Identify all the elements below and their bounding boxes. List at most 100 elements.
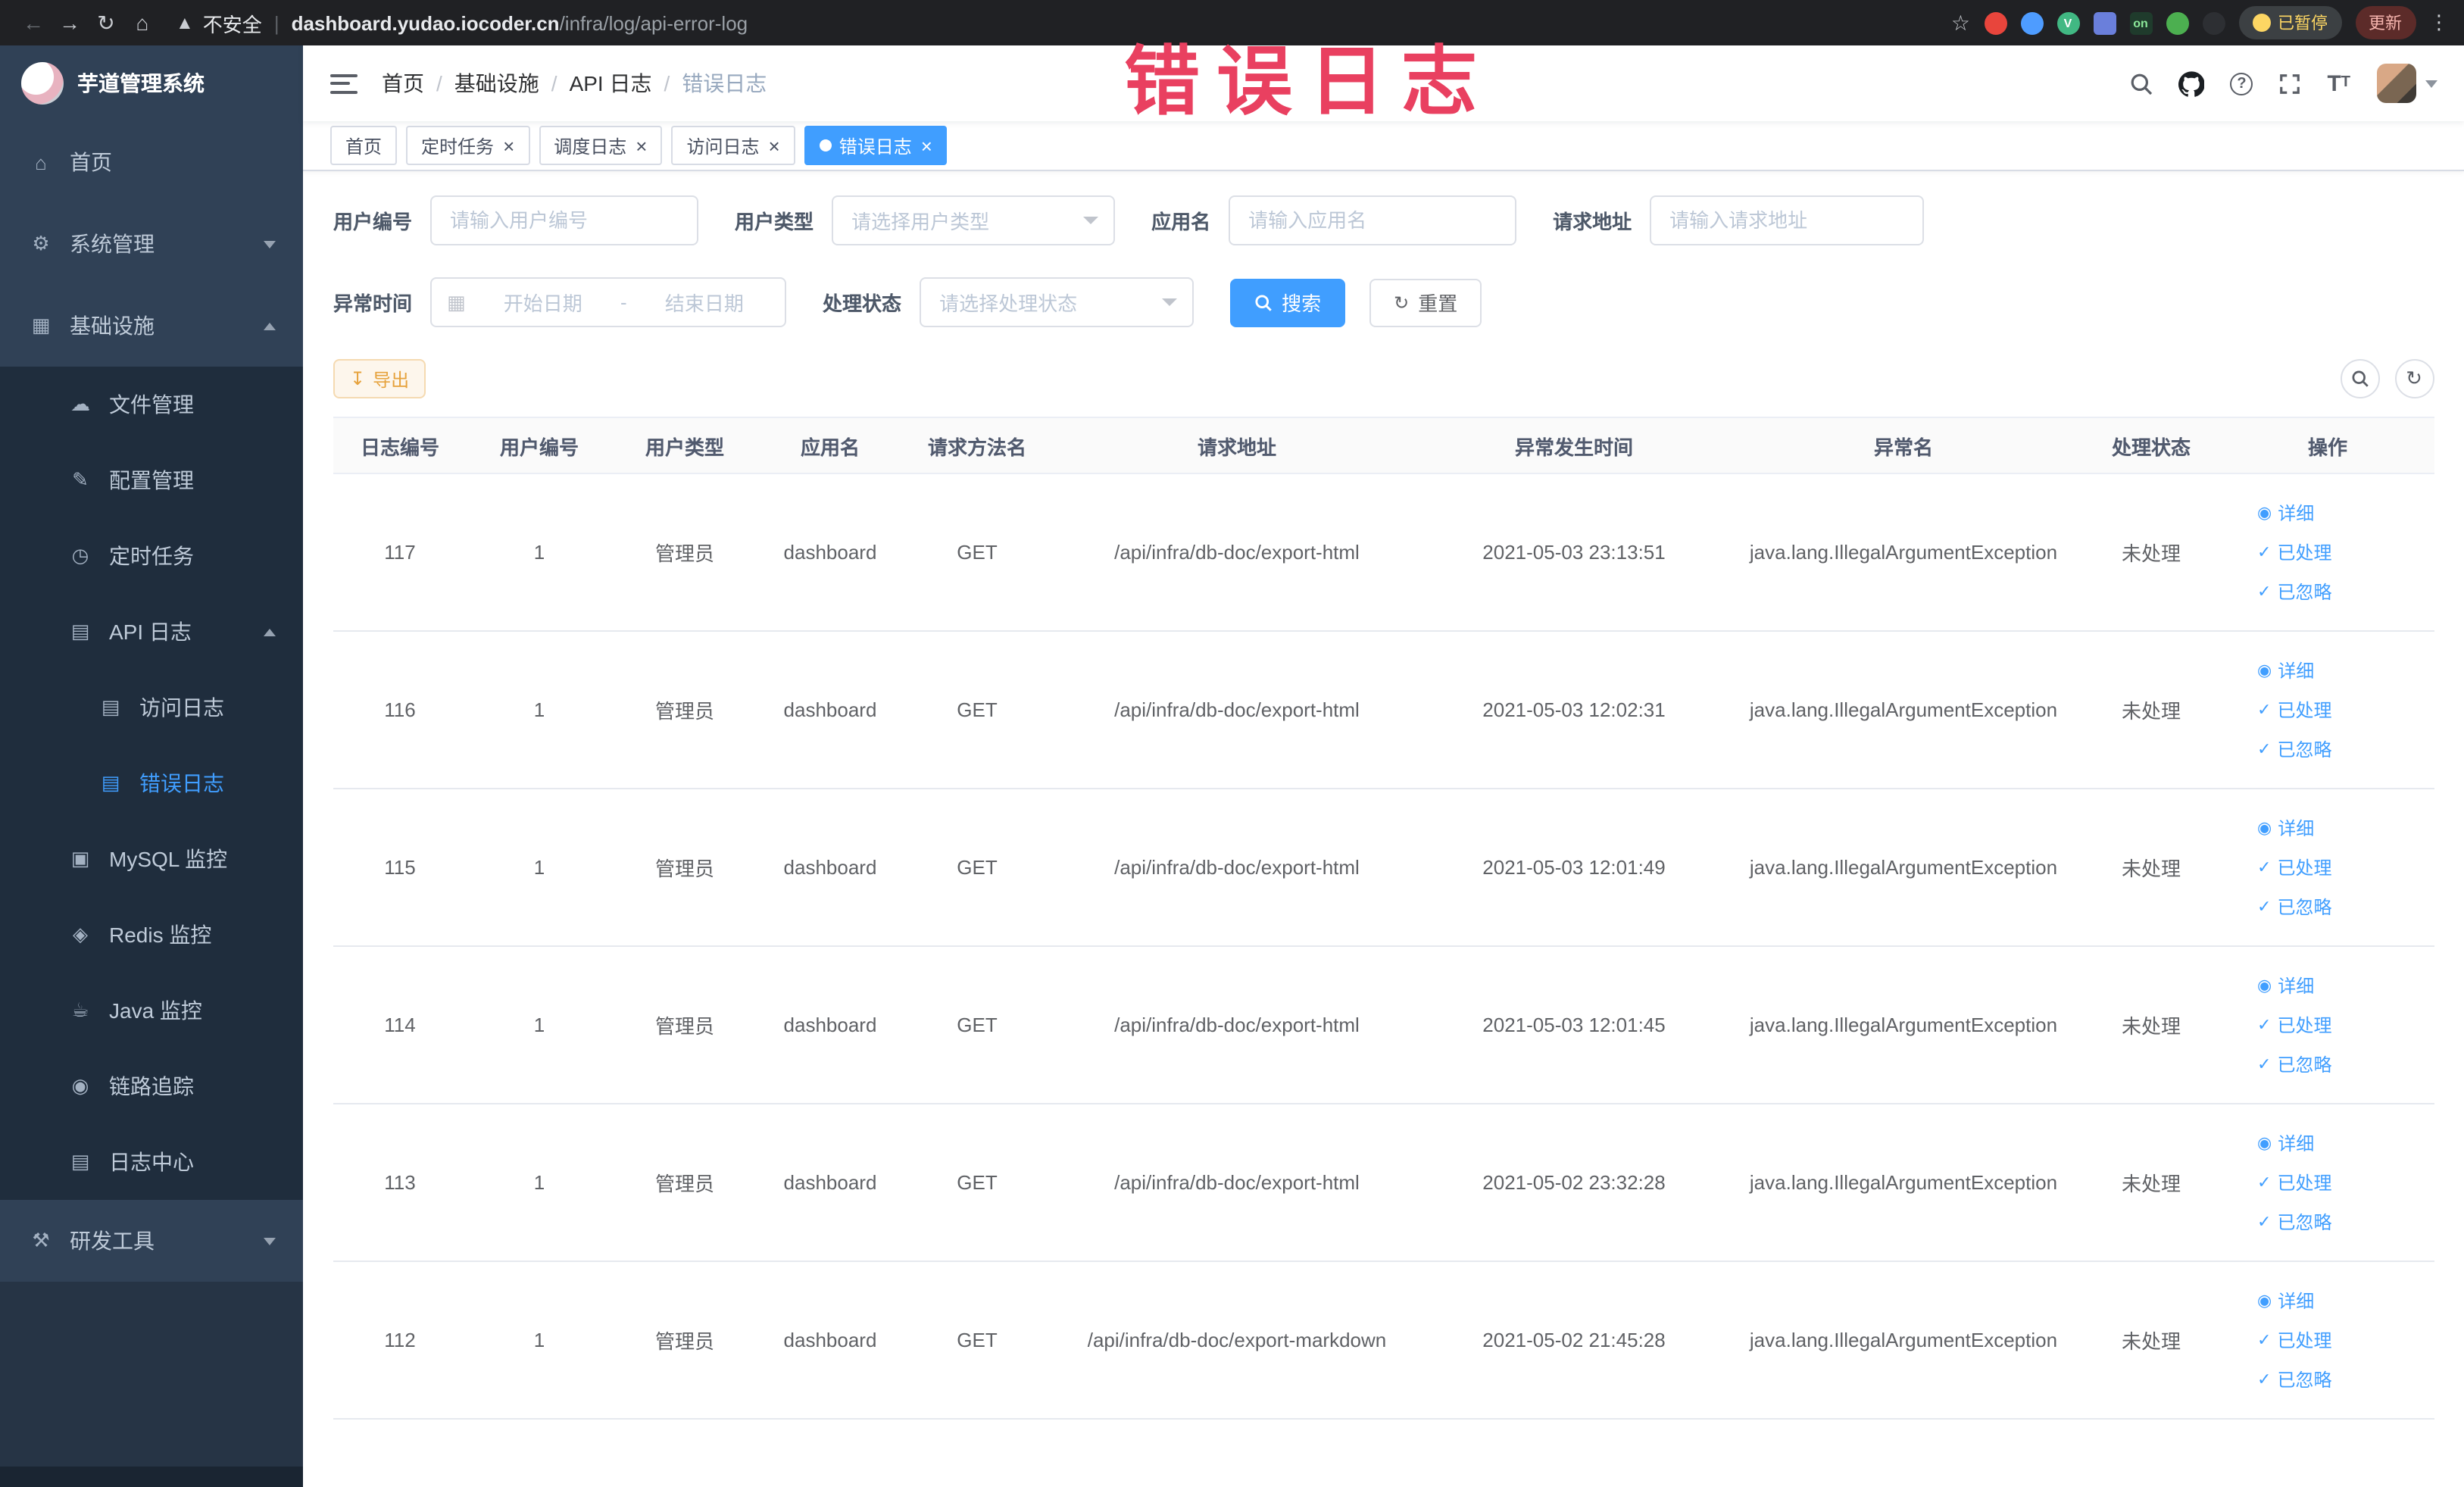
reset-button[interactable]: ↻ 重置 [1369,278,1482,326]
detail-link[interactable]: ◉ 详细 [2257,651,2425,690]
breadcrumb-item[interactable]: API 日志 [570,68,652,98]
tab-访问日志[interactable]: 访问日志 × [671,126,795,165]
ignored-link[interactable]: ✓ 已忽略 [2257,729,2425,769]
error-log-table: 日志编号 用户编号 用户类型 应用名 请求方法名 请求地址 异常发生时间 异常名 处理状态 操作 … [333,417,2434,1420]
sidebar-item-java-monitor[interactable]: ☕ Java 监控 [0,973,303,1048]
paw-extension-icon[interactable] [2202,11,2225,34]
close-icon[interactable]: × [503,136,514,155]
browser-forward-icon[interactable]: → [52,6,88,39]
sidebar-item-system-management[interactable]: ⚙ 系统管理 [0,203,303,285]
processed-link[interactable]: ✓ 已处理 [2257,1005,2425,1045]
grid-extension-icon[interactable] [2093,11,2116,34]
fullscreen-icon[interactable] [2278,72,2301,95]
processed-link[interactable]: ✓ 已处理 [2257,690,2425,729]
sidebar-item-config-management[interactable]: ✎ 配置管理 [0,442,303,518]
column-header-app_name: 应用名 [757,417,903,474]
cell-time: 2021-05-03 12:01:45 [1422,946,1725,1104]
close-icon[interactable]: × [636,136,647,155]
browser-refresh-icon[interactable]: ↻ [88,6,124,39]
browser-menu-icon[interactable]: ⋮ [2429,11,2449,35]
detail-link[interactable]: ◉ 详细 [2257,493,2425,533]
paused-badge[interactable]: 已暂停 [2238,6,2341,39]
on-badge-extension-icon[interactable]: on [2129,11,2152,34]
user-type-select[interactable]: 请选择用户类型 [832,195,1116,245]
ignored-link[interactable]: ✓ 已忽略 [2257,1202,2425,1242]
sidebar-item-file-management[interactable]: ☁ 文件管理 [0,367,303,442]
browser-home-icon[interactable]: ⌂ [124,6,161,39]
cell-time: 2021-05-03 23:13:51 [1422,473,1725,632]
cell-time: 2021-05-02 21:45:28 [1422,1261,1725,1420]
bookmark-star-icon[interactable]: ☆ [1951,10,1970,36]
font-size-icon[interactable]: TT [2327,72,2350,95]
help-icon[interactable]: ? [2230,72,2253,95]
sidebar-item-error-log[interactable]: ▤ 错误日志 [0,745,303,821]
sidebar-item-redis-monitor[interactable]: ◈ Redis 监控 [0,897,303,973]
processed-link[interactable]: ✓ 已处理 [2257,533,2425,572]
ignored-link[interactable]: ✓ 已忽略 [2257,1045,2425,1084]
sidebar-item-scheduled-tasks[interactable]: ◷ 定时任务 [0,518,303,594]
cell-url: /api/infra/db-doc/export-markdown [1051,1261,1422,1420]
update-button[interactable]: 更新 [2355,6,2416,39]
tab-错误日志[interactable]: 错误日志 × [804,126,948,165]
cell-user_id: 1 [467,473,612,632]
user-avatar-menu[interactable] [2376,64,2437,103]
github-icon[interactable] [2178,70,2205,96]
sidebar-item-api-logs[interactable]: ▤ API 日志 [0,594,303,670]
edit-icon: ✎ [72,468,89,491]
cell-url: /api/infra/db-doc/export-html [1051,473,1422,632]
sidebar-item-mysql-monitor[interactable]: ▣ MySQL 监控 [0,821,303,897]
doc-icon: ▤ [101,771,120,794]
cell-actions: ◉ 详细 ✓ 已处理 ✓ 已忽略 [2221,789,2434,947]
processed-link[interactable]: ✓ 已处理 [2257,1320,2425,1360]
sidebar-item-log-center[interactable]: ▤ 日志中心 [0,1124,303,1200]
app-name-input[interactable] [1229,195,1517,245]
process-status-select[interactable]: 请选择处理状态 [920,277,1195,327]
close-icon[interactable]: × [769,136,780,155]
address-bar[interactable]: ▲ 不安全 | dashboard.yudao.iocoder.cn /infr… [176,8,748,37]
cell-time: 2021-05-03 12:02:31 [1422,631,1725,789]
sidebar-item-link-tracing[interactable]: ◉ 链路追踪 [0,1048,303,1124]
toggle-search-button[interactable] [2340,359,2379,398]
export-button[interactable]: ↧ 导出 [333,359,426,398]
calendar-icon: ▦ [447,290,466,313]
table-row: 113 1 管理员 dashboard GET/api/infra/db-doc/exp… [333,1104,2434,1262]
sidebar-item-dev-tools[interactable]: ⚒ 研发工具 [0,1200,303,1282]
leaf-extension-icon[interactable] [2166,11,2188,34]
sidebar-item-home[interactable]: ⌂ 首页 [0,121,303,203]
log-icon: ▤ [70,1150,90,1173]
tab-调度日志[interactable]: 调度日志 × [539,126,663,165]
refresh-table-button[interactable]: ↻ [2394,359,2434,398]
ignored-link[interactable]: ✓ 已忽略 [2257,887,2425,926]
breadcrumb-item[interactable]: 首页 [382,68,424,98]
table-row: 117 1 管理员 dashboard GET/api/infra/db-doc/exp… [333,473,2434,632]
log-icon: ▤ [70,620,90,642]
table-row: 116 1 管理员 dashboard GET/api/infra/db-doc/exp… [333,631,2434,789]
detail-link[interactable]: ◉ 详细 [2257,966,2425,1005]
tab-首页[interactable]: 首页 [330,126,398,165]
vue-devtools-extension-icon[interactable]: V [2056,11,2079,34]
processed-link[interactable]: ✓ 已处理 [2257,1163,2425,1202]
request-url-input[interactable] [1650,195,1925,245]
hamburger-icon[interactable] [330,73,358,93]
processed-link[interactable]: ✓ 已处理 [2257,848,2425,887]
check-icon: ✓ [2257,1331,2272,1349]
ignored-link[interactable]: ✓ 已忽略 [2257,1360,2425,1399]
exception-time-range-picker[interactable]: ▦ 开始日期 - 结束日期 [430,277,787,327]
chevron-down-icon [264,240,276,248]
water-drop-extension-icon[interactable] [2020,11,2043,34]
detail-link[interactable]: ◉ 详细 [2257,808,2425,848]
user-id-input[interactable] [430,195,699,245]
search-button[interactable]: 搜索 [1230,278,1346,326]
sidebar-item-infrastructure[interactable]: ▦ 基础设施 [0,285,303,367]
detail-link[interactable]: ◉ 详细 [2257,1123,2425,1163]
detail-link[interactable]: ◉ 详细 [2257,1281,2425,1320]
cell-actions: ◉ 详细 ✓ 已处理 ✓ 已忽略 [2221,946,2434,1104]
ignored-link[interactable]: ✓ 已忽略 [2257,572,2425,611]
close-icon[interactable]: × [921,136,932,155]
record-extension-icon[interactable] [1984,11,2006,34]
breadcrumb-item[interactable]: 基础设施 [454,68,539,98]
tab-定时任务[interactable]: 定时任务 × [406,126,530,165]
browser-back-icon[interactable]: ← [15,6,52,39]
search-icon[interactable] [2130,72,2153,95]
sidebar-item-access-log[interactable]: ▤ 访问日志 [0,670,303,745]
